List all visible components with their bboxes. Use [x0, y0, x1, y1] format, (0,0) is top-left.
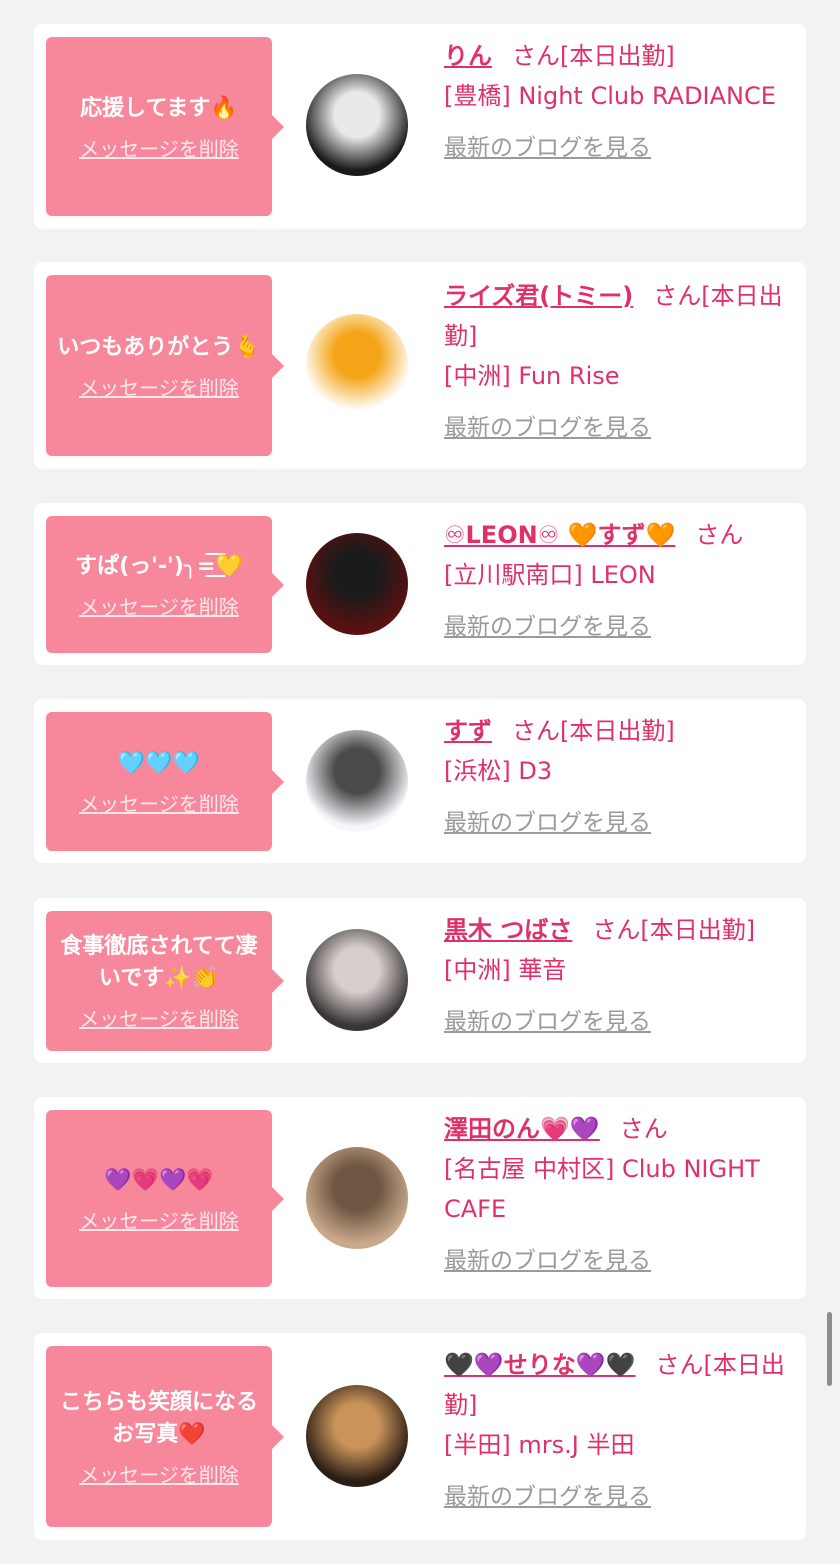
honorific-suffix: さん — [695, 521, 744, 549]
message-bubble: 応援してます🔥 メッセージを削除 — [46, 37, 284, 216]
honorific-suffix: さん — [512, 42, 560, 70]
message-list: 応援してます🔥 メッセージを削除 りん さん[本日出勤] [豊橋] Night C… — [0, 0, 840, 1564]
message-text: こちらも笑顔になるお写真❤️ — [59, 1389, 258, 1447]
shop-name: [中洲] 華音 — [444, 956, 567, 984]
profile-info: ♾LEON♾ 🧡すず🧡 さん [立川駅南口] LEON 最新のブログを見る — [444, 515, 794, 643]
profile-name-link[interactable]: 🖤💜せりな💜🖤 — [444, 1351, 636, 1379]
message-text: 食事徹底されてて凄いです✨👏 — [60, 934, 258, 991]
avatar[interactable] — [306, 929, 408, 1031]
latest-blog-link[interactable]: 最新のブログを見る — [444, 1006, 794, 1038]
status-label: [本日出勤] — [560, 717, 675, 745]
latest-blog-link[interactable]: 最新のブログを見る — [444, 611, 794, 643]
message-card: こちらも笑顔になるお写真❤️ メッセージを削除 🖤💜せりな💜🖤 さん[本日出勤] … — [34, 1333, 806, 1540]
shop-name: [名古屋 中村区] Club NIGHT CAFE — [444, 1155, 760, 1223]
message-bubble: 🩵🩵🩵 メッセージを削除 — [46, 712, 284, 851]
honorific-suffix: さん — [655, 1351, 704, 1379]
honorific-suffix: さん — [592, 916, 641, 944]
latest-blog-link[interactable]: 最新のブログを見る — [444, 412, 794, 444]
message-card: いつもありがとう🫰 メッセージを削除 ライズ君(トミー) さん[本日出勤] [中洲… — [34, 262, 806, 469]
message-card: 食事徹底されてて凄いです✨👏 メッセージを削除 黒木 つばさ さん[本日出勤] [… — [34, 898, 806, 1063]
avatar[interactable] — [306, 1385, 408, 1487]
message-card: すぱ(っ'-')╮=͟͟͞͞💛 メッセージを削除 ♾LEON♾ 🧡すず🧡 さん [… — [34, 503, 806, 665]
profile-info: ライズ君(トミー) さん[本日出勤] [中洲] Fun Rise 最新のブログを見… — [444, 276, 794, 444]
honorific-suffix: さん — [512, 717, 560, 745]
latest-blog-link[interactable]: 最新のブログを見る — [444, 1481, 794, 1513]
delete-message-link[interactable]: メッセージを削除 — [79, 1007, 239, 1031]
profile-info: 澤田のん💗💜 さん [名古屋 中村区] Club NIGHT CAFE 最新のブロ… — [444, 1109, 794, 1277]
delete-message-link[interactable]: メッセージを削除 — [79, 1463, 239, 1487]
message-card: 💜💗💜💗 メッセージを削除 澤田のん💗💜 さん [名古屋 中村区] Club NI… — [34, 1097, 806, 1299]
profile-name-link[interactable]: 黒木 つばさ — [444, 916, 572, 944]
delete-message-link[interactable]: メッセージを削除 — [79, 376, 239, 400]
latest-blog-link[interactable]: 最新のブログを見る — [444, 132, 794, 164]
message-text: いつもありがとう🫰 — [57, 334, 261, 360]
avatar[interactable] — [306, 314, 408, 416]
shop-name: [立川駅南口] LEON — [444, 561, 656, 589]
avatar[interactable] — [306, 74, 408, 176]
profile-info: りん さん[本日出勤] [豊橋] Night Club RADIANCE 最新のブ… — [444, 36, 794, 164]
profile-name-link[interactable]: すず — [444, 717, 492, 745]
message-card: 応援してます🔥 メッセージを削除 りん さん[本日出勤] [豊橋] Night C… — [34, 24, 806, 229]
honorific-suffix: さん — [619, 1115, 668, 1143]
avatar[interactable] — [306, 1147, 408, 1249]
shop-name: [中洲] Fun Rise — [444, 362, 620, 390]
latest-blog-link[interactable]: 最新のブログを見る — [444, 807, 794, 839]
avatar[interactable] — [306, 533, 408, 635]
latest-blog-link[interactable]: 最新のブログを見る — [444, 1245, 794, 1277]
shop-name: [豊橋] Night Club RADIANCE — [444, 82, 776, 110]
message-bubble: いつもありがとう🫰 メッセージを削除 — [46, 275, 284, 456]
profile-info: 黒木 つばさ さん[本日出勤] [中洲] 華音 最新のブログを見る — [444, 910, 794, 1038]
scrollbar-thumb[interactable] — [827, 1312, 832, 1386]
message-bubble: 💜💗💜💗 メッセージを削除 — [46, 1110, 284, 1287]
profile-name-link[interactable]: りん — [444, 42, 492, 70]
delete-message-link[interactable]: メッセージを削除 — [79, 1209, 239, 1233]
message-bubble: すぱ(っ'-')╮=͟͟͞͞💛 メッセージを削除 — [46, 516, 284, 653]
profile-info: すず さん[本日出勤] [浜松] D3 最新のブログを見る — [444, 711, 794, 839]
shop-name: [浜松] D3 — [444, 757, 553, 785]
delete-message-link[interactable]: メッセージを削除 — [79, 137, 239, 161]
message-text: すぱ(っ'-')╮=͟͟͞͞💛 — [75, 553, 243, 579]
shop-name: [半田] mrs.J 半田 — [444, 1431, 635, 1459]
honorific-suffix: さん — [653, 282, 702, 310]
delete-message-link[interactable]: メッセージを削除 — [79, 595, 239, 619]
status-label: [本日出勤] — [640, 916, 756, 944]
message-bubble: 食事徹底されてて凄いです✨👏 メッセージを削除 — [46, 911, 284, 1051]
message-text: 🩵🩵🩵 — [117, 750, 201, 776]
message-text: 💜💗💜💗 — [104, 1167, 214, 1193]
message-text: 応援してます🔥 — [80, 95, 238, 121]
profile-name-link[interactable]: ♾LEON♾ 🧡すず🧡 — [444, 521, 675, 549]
profile-name-link[interactable]: ライズ君(トミー) — [444, 282, 633, 310]
delete-message-link[interactable]: メッセージを削除 — [79, 792, 239, 816]
profile-info: 🖤💜せりな💜🖤 さん[本日出勤] [半田] mrs.J 半田 最新のブログを見る — [444, 1345, 794, 1513]
profile-name-link[interactable]: 澤田のん💗💜 — [444, 1115, 600, 1143]
message-bubble: こちらも笑顔になるお写真❤️ メッセージを削除 — [46, 1346, 284, 1527]
message-card: 🩵🩵🩵 メッセージを削除 すず さん[本日出勤] [浜松] D3 最新のブログを見… — [34, 699, 806, 863]
avatar[interactable] — [306, 730, 408, 832]
status-label: [本日出勤] — [560, 42, 675, 70]
